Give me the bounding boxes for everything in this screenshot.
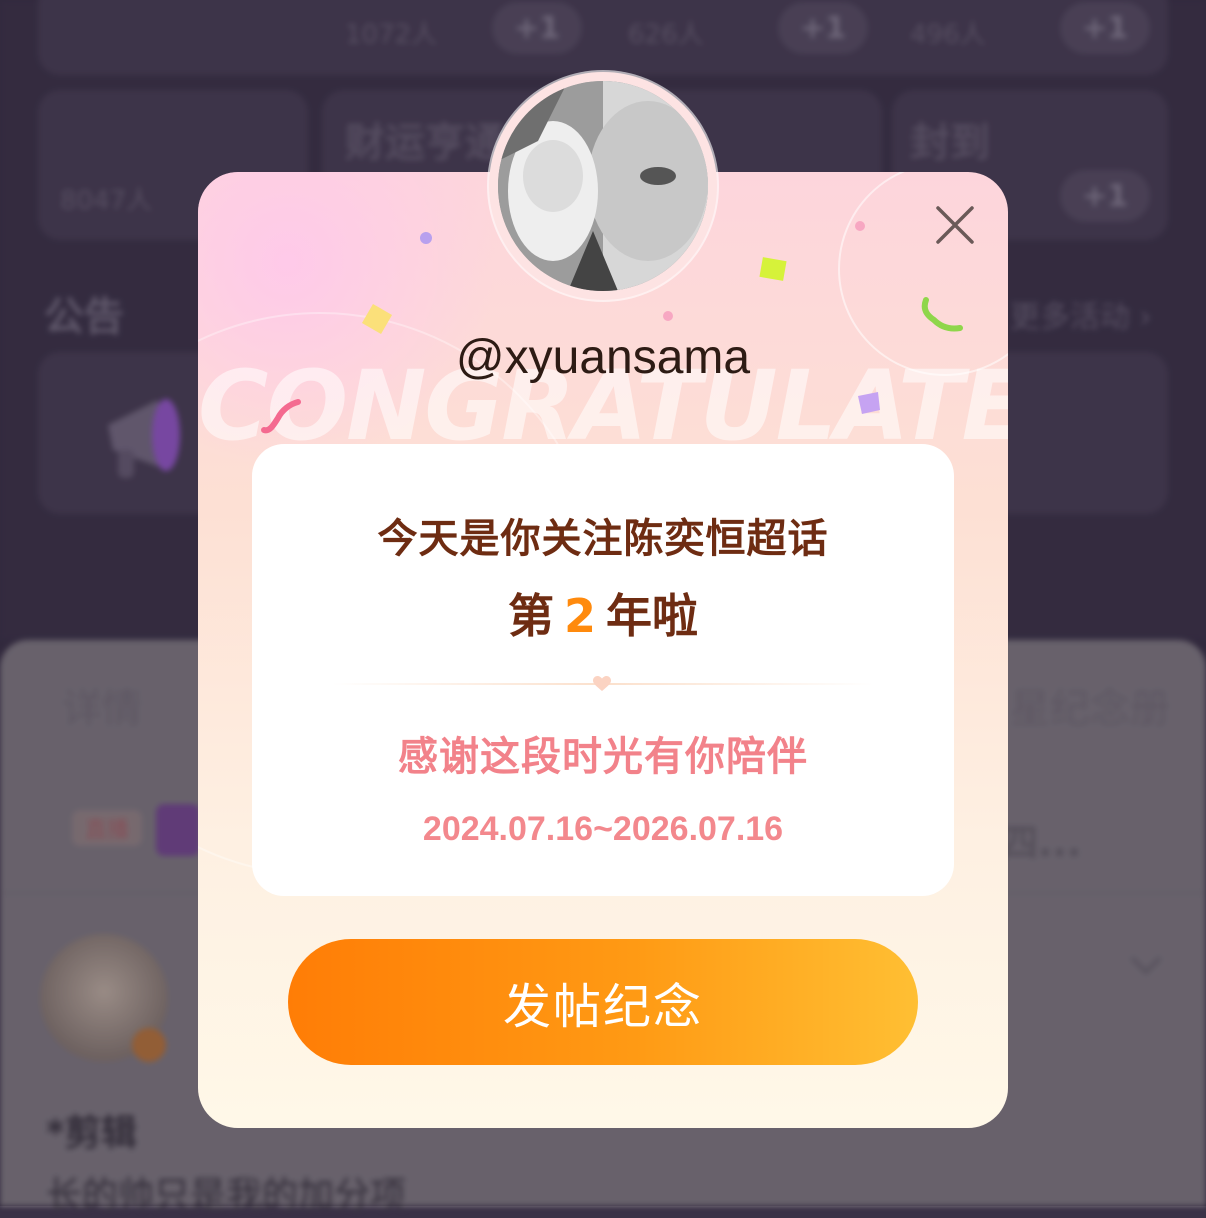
confetti-dot xyxy=(420,232,432,244)
years-suffix: 年啦 xyxy=(606,589,698,643)
confetti-dot xyxy=(855,221,865,231)
avatar[interactable] xyxy=(498,81,708,291)
date-range: 2024.07.16~2026.07.16 xyxy=(422,810,784,848)
years-prefix: 第 xyxy=(507,589,554,643)
confetti-diamond xyxy=(858,392,880,414)
years-number: 2 xyxy=(563,589,596,643)
anniversary-years: 第 2 年啦 xyxy=(252,580,954,646)
close-button[interactable] xyxy=(932,202,978,248)
confetti-dot xyxy=(663,311,673,321)
anniversary-modal: CONGRATULATE @xyuansama 今天是你关注陈奕恒超话 第 2 年啦… xyxy=(198,172,1008,1128)
anniversary-card: 今天是你关注陈奕恒超话 第 2 年啦 感谢这段时光有你陪伴 2024.07.16~2… xyxy=(252,444,954,896)
close-icon xyxy=(936,206,974,244)
post-commemorate-button[interactable]: 发帖纪念 xyxy=(288,939,918,1065)
confetti-squiggle xyxy=(261,399,301,434)
username: @xyuansama xyxy=(455,331,751,384)
follow-message: 今天是你关注陈奕恒超话 xyxy=(377,516,829,562)
confetti-square xyxy=(759,257,787,281)
thanks-message: 感谢这段时光有你陪伴 xyxy=(398,734,808,780)
heart-icon xyxy=(593,676,611,691)
